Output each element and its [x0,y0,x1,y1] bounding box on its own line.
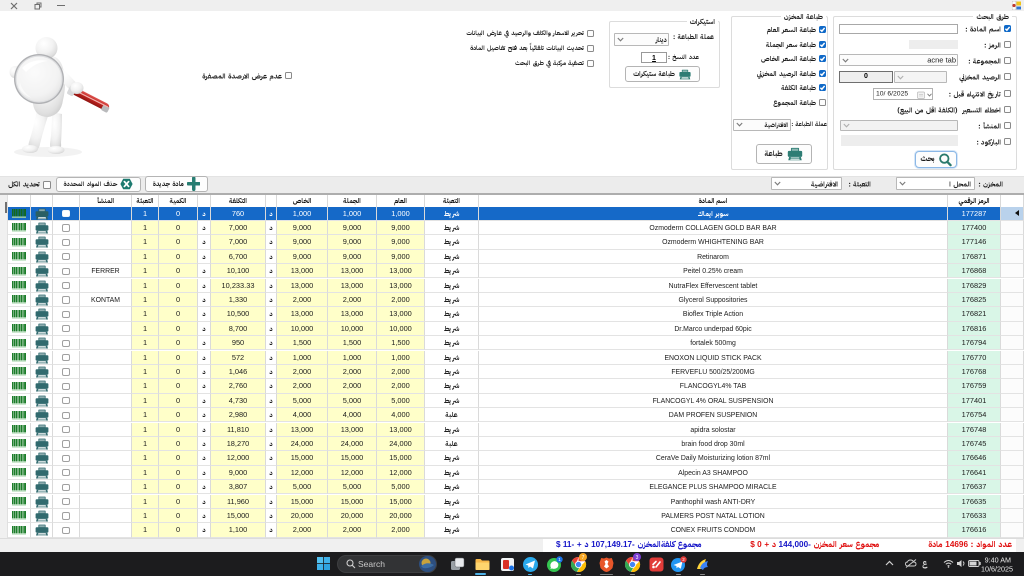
svg-text:3: 3 [636,555,639,561]
svg-text:7: 7 [582,555,585,561]
